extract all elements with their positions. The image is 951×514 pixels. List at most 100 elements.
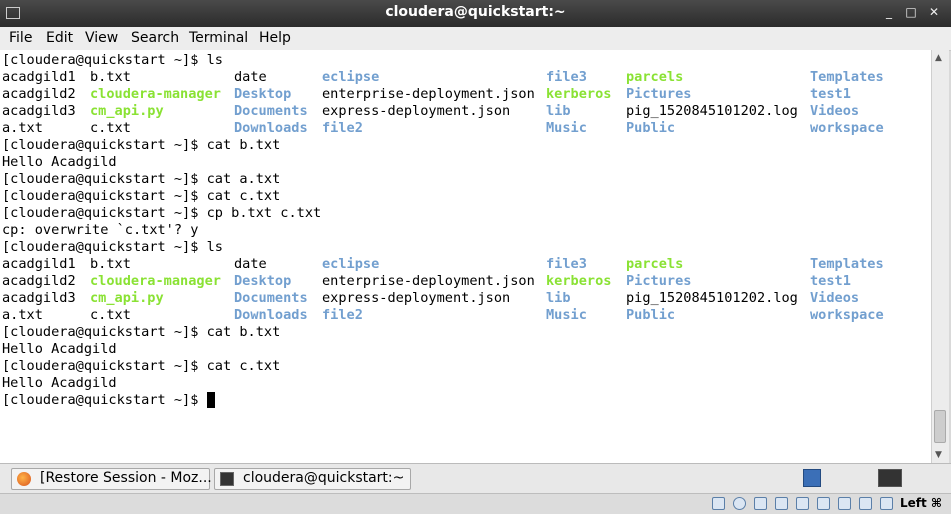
hard-disk-icon[interactable]	[712, 497, 725, 510]
mouse-integration-icon[interactable]	[880, 497, 893, 510]
directory-entry: Videos	[810, 103, 860, 119]
terminal-output-area[interactable]: [cloudera@quickstart ~]$ ls acadgild1 b.tx…	[0, 50, 931, 463]
ls-output-row: acadgild2 cloudera-manager Desktop enterpri…	[2, 86, 927, 103]
directory-entry: Music	[546, 120, 587, 136]
display-icon[interactable]	[838, 497, 851, 510]
directory-entry: lib	[546, 103, 571, 119]
taskbar-item-terminal[interactable]: cloudera@quickstart:~	[214, 468, 411, 490]
menu-search[interactable]: Search	[131, 30, 179, 46]
terminal-icon	[220, 472, 234, 486]
ls-output-row: acadgild2 cloudera-manager Desktop enterpri…	[2, 273, 927, 290]
directory-entry: file2	[322, 120, 363, 136]
command-text: cat a.txt	[206, 171, 281, 187]
command-line: [cloudera@quickstart ~]$ cat c.txt	[2, 358, 927, 375]
command-line: [cloudera@quickstart ~]$ cp b.txt c.txt	[2, 205, 927, 222]
maximize-button[interactable]: □	[902, 5, 920, 19]
command-text: cat c.txt	[206, 358, 281, 374]
output-line: cp: overwrite `c.txt'? y	[2, 222, 199, 238]
command-text: ls	[206, 52, 223, 68]
directory-entry: lib	[546, 290, 571, 306]
shell-prompt: [cloudera@quickstart ~]$	[2, 205, 207, 221]
command-line: [cloudera@quickstart ~]$ ls	[2, 239, 927, 256]
show-desktop-icon[interactable]	[803, 469, 821, 487]
directory-entry: Downloads	[234, 307, 308, 323]
menu-view[interactable]: View	[85, 30, 118, 46]
file-entry: b.txt	[90, 69, 131, 85]
file-entry: a.txt	[2, 307, 43, 323]
directory-entry: test1	[810, 86, 851, 102]
directory-entry: Public	[626, 307, 676, 323]
taskbar-item-label: cloudera@quickstart:~	[243, 470, 405, 486]
command-text: cat b.txt	[206, 137, 281, 153]
directory-entry: Downloads	[234, 120, 308, 136]
output-line: Hello Acadgild	[2, 154, 117, 170]
command-line: [cloudera@quickstart ~]$ cat a.txt	[2, 171, 927, 188]
firefox-icon	[17, 472, 31, 486]
workspace-switcher-icon[interactable]	[878, 469, 902, 487]
directory-entry: Desktop	[234, 273, 292, 289]
usb-icon[interactable]	[796, 497, 809, 510]
directory-entry: test1	[810, 273, 851, 289]
file-entry: acadgild2	[2, 273, 76, 289]
executable-entry: cloudera-manager	[90, 273, 221, 289]
command-line: [cloudera@quickstart ~]$ cat b.txt	[2, 137, 927, 154]
file-entry: c.txt	[90, 307, 131, 323]
file-entry: pig_1520845101202.log	[626, 103, 798, 119]
taskbar-item-firefox[interactable]: [Restore Session - Moz...	[11, 468, 212, 490]
shell-prompt: [cloudera@quickstart ~]$	[2, 52, 207, 68]
directory-entry: Music	[546, 307, 587, 323]
executable-entry: parcels	[626, 256, 684, 272]
network-icon[interactable]	[775, 497, 788, 510]
directory-entry: Templates	[810, 256, 884, 272]
file-entry: express-deployment.json	[322, 103, 511, 119]
file-entry: acadgild1	[2, 256, 76, 272]
scrollbar-thumb[interactable]	[934, 410, 946, 443]
menu-edit[interactable]: Edit	[46, 30, 73, 46]
directory-entry: Documents	[234, 103, 308, 119]
audio-icon[interactable]	[754, 497, 767, 510]
executable-entry: kerberos	[546, 273, 612, 289]
optical-drive-icon[interactable]	[733, 497, 746, 510]
shell-prompt: [cloudera@quickstart ~]$	[2, 358, 207, 374]
directory-entry: file3	[546, 256, 587, 272]
close-button[interactable]: ✕	[925, 5, 943, 19]
file-entry: acadgild3	[2, 103, 76, 119]
window-titlebar[interactable]: cloudera@quickstart:~ _ □ ✕	[0, 0, 951, 27]
file-entry: a.txt	[2, 120, 43, 136]
directory-entry: eclipse	[322, 69, 380, 85]
ls-output-row: acadgild1 b.txt date eclipse file3 parcels Tem…	[2, 69, 927, 86]
shell-prompt: [cloudera@quickstart ~]$	[2, 188, 207, 204]
ls-output-row: acadgild3 cm_api.py Documents express-deplo…	[2, 103, 927, 120]
directory-entry: Pictures	[626, 273, 692, 289]
menu-terminal[interactable]: Terminal	[189, 30, 248, 46]
terminal-scrollbar[interactable]: ▲ ▼	[931, 50, 949, 463]
shared-folders-icon[interactable]	[817, 497, 830, 510]
scroll-up-arrow-icon[interactable]: ▲	[935, 53, 942, 63]
video-capture-icon[interactable]	[859, 497, 872, 510]
shell-prompt: [cloudera@quickstart ~]$	[2, 392, 207, 408]
shell-prompt: [cloudera@quickstart ~]$	[2, 239, 207, 255]
command-line: [cloudera@quickstart ~]$ cat b.txt	[2, 324, 927, 341]
directory-entry: Desktop	[234, 86, 292, 102]
output-line: Hello Acadgild	[2, 341, 117, 357]
directory-entry: workspace	[810, 120, 884, 136]
directory-entry: Public	[626, 120, 676, 136]
executable-entry: cloudera-manager	[90, 86, 221, 102]
menu-help[interactable]: Help	[259, 30, 291, 46]
window-title: cloudera@quickstart:~	[385, 4, 566, 20]
taskbar-item-label: [Restore Session - Moz...	[40, 470, 212, 486]
output-line: Hello Acadgild	[2, 375, 117, 391]
menu-file[interactable]: File	[9, 30, 32, 46]
minimize-button[interactable]: _	[880, 5, 898, 19]
scroll-down-arrow-icon[interactable]: ▼	[935, 450, 942, 460]
command-text: cat b.txt	[206, 324, 281, 340]
file-entry: date	[234, 69, 267, 85]
directory-entry: eclipse	[322, 256, 380, 272]
file-entry: express-deployment.json	[322, 290, 511, 306]
directory-entry: Documents	[234, 290, 308, 306]
file-entry: acadgild2	[2, 86, 76, 102]
file-entry: acadgild1	[2, 69, 76, 85]
vm-status-bar: Left ⌘	[0, 493, 951, 514]
file-entry: enterprise-deployment.json	[322, 86, 535, 102]
menu-bar: File Edit View Search Terminal Help	[0, 27, 951, 51]
